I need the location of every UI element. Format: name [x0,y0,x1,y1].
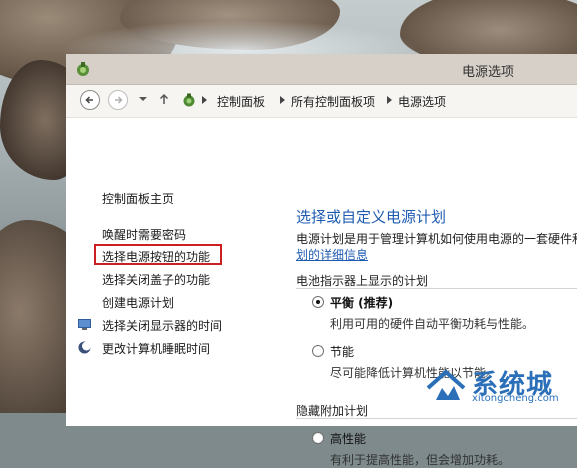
breadcrumb-separator [202,96,207,104]
monitor-clock-icon [78,319,91,330]
plan-high-performance-name[interactable]: 高性能 [330,430,366,447]
plan-balanced-name[interactable]: 平衡 (推荐) [330,294,393,311]
section-divider [296,288,577,289]
plan-high-performance-desc: 有利于提高性能，但会增加功耗。 [330,453,511,467]
back-button[interactable] [80,90,100,110]
window-title: 电源选项 [461,65,514,80]
navigation-bar: 控制面板 所有控制面板项 电源选项 [66,85,577,118]
arrow-up-icon[interactable] [158,93,170,105]
plan-power-saver-radio[interactable] [312,345,324,357]
breadcrumb-item-control-panel[interactable]: 控制面板 [217,93,265,110]
arrow-left-icon [85,96,93,104]
hidden-plans-section-title[interactable]: 隐藏附加计划 [296,402,368,419]
sidebar: 控制面板主页 唤醒时需要密码 选择电源按钮的功能 选择关闭盖子的功能 创建电源计… [66,118,281,426]
chevron-down-icon[interactable] [138,94,148,104]
breadcrumb-item-power-options[interactable]: 电源选项 [398,93,446,110]
watermark-url: xitongcheng.com [472,393,559,404]
sidebar-item-create-plan[interactable]: 创建电源计划 [102,294,174,311]
moon-icon [78,341,91,354]
plan-high-performance-radio[interactable] [312,432,324,444]
breadcrumb-item-all-items[interactable]: 所有控制面板项 [291,93,375,110]
sidebar-item-power-button[interactable]: 选择电源按钮的功能 [102,248,210,265]
page-description: 电源计划是用于管理计算机如何使用电源的一套硬件和 [296,232,577,246]
watermark: 系统城 xitongcheng.com [416,362,577,422]
sidebar-item-display-off[interactable]: 选择关闭显示器的时间 [102,317,222,334]
plan-balanced-radio[interactable] [312,296,324,308]
sidebar-item-control-panel-home[interactable]: 控制面板主页 [102,190,174,207]
sidebar-item-sleep-time[interactable]: 更改计算机睡眠时间 [102,340,210,357]
page-title: 选择或自定义电源计划 [296,208,447,226]
arrow-right-icon [115,96,123,104]
sidebar-item-lid-close[interactable]: 选择关闭盖子的功能 [102,271,210,288]
house-logo-icon [426,369,466,400]
breadcrumb-separator [387,96,392,104]
control-panel-icon [183,93,195,107]
battery-section-title: 电池指示器上显示的计划 [296,274,429,288]
plan-balanced-desc: 利用可用的硬件自动平衡功耗与性能。 [330,317,535,331]
power-options-app-icon [77,62,89,76]
title-bar[interactable]: 电源选项 [66,54,577,85]
plan-power-saver-name[interactable]: 节能 [330,343,354,360]
sidebar-item-require-password[interactable]: 唤醒时需要密码 [102,226,186,243]
breadcrumb-separator [280,96,285,104]
plan-details-link[interactable]: 划的详细信息 [296,246,368,263]
forward-button[interactable] [108,90,128,110]
